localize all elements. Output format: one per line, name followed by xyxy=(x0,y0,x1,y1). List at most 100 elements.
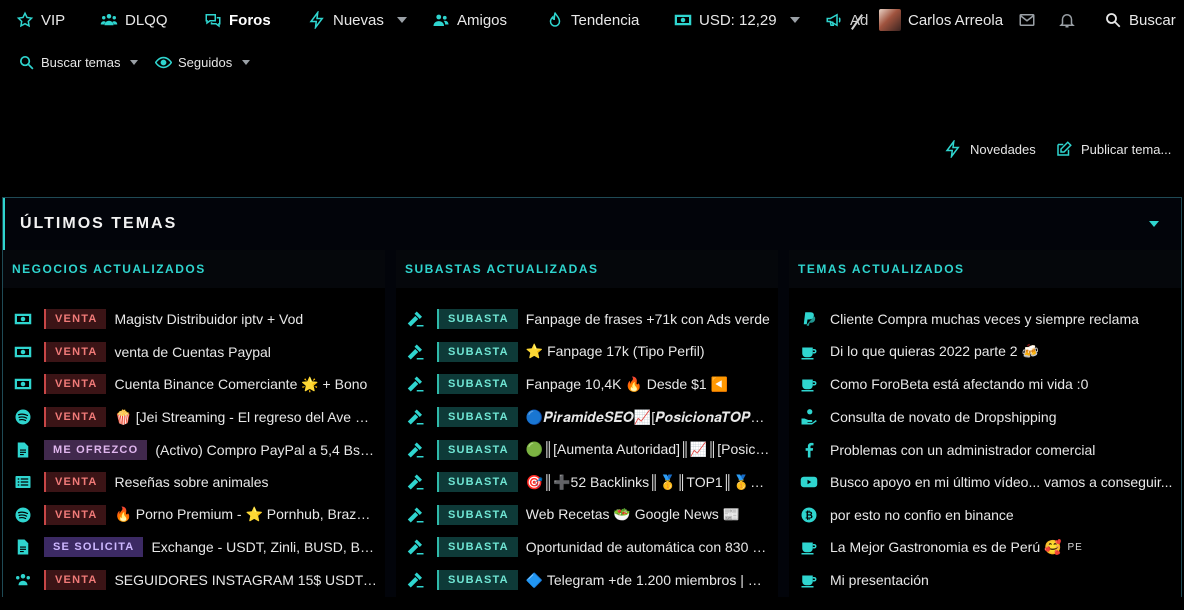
topic-title-link[interactable]: SEGUIDORES INSTAGRAM 15$ USDT 🏅 b... xyxy=(114,572,385,589)
topic-row[interactable]: SE SOLICITA Exchange - USDT, Zinli, BUSD,… xyxy=(3,531,385,564)
topic-row[interactable]: Como ForoBeta está afectando mi vida :0 xyxy=(789,368,1181,401)
topic-row[interactable]: VENTA 🔥 Porno Premium - ⭐ Pornhub, Brazze… xyxy=(3,499,385,532)
topic-title-link[interactable]: Exchange - USDT, Zinli, BUSD, Binance,..… xyxy=(151,539,385,555)
topic-row[interactable]: VENTA SEGUIDORES INSTAGRAM 15$ USDT 🏅 b..… xyxy=(3,564,385,597)
users-icon xyxy=(100,11,118,29)
topic-row[interactable]: SUBASTA 🔵𝑷𝒊𝒓𝒂𝒎𝒊𝒅𝒆𝑺𝑬𝑶📈[𝑷𝒐𝒔𝒊𝒄𝒊𝒐𝒏𝒂𝑻𝑶𝑷1]... xyxy=(396,401,778,434)
nav-tendencia[interactable]: Tendencia xyxy=(546,9,639,31)
topic-row[interactable]: ME OFREZCO (Activo) Compro PayPal a 5,4 B… xyxy=(3,433,385,466)
topic-title-link[interactable]: Fanpage 10,4K 🔥 Desde $1 ◀️ xyxy=(526,376,778,393)
nav-foros[interactable]: Foros xyxy=(204,9,271,31)
topic-title-link[interactable]: Consulta de novato de Dropshipping xyxy=(830,409,1181,425)
topic-title-link[interactable]: Cuenta Binance Comerciante 🌟 + Bono xyxy=(114,376,385,393)
topic-title-link[interactable]: Busco apoyo en mi último vídeo... vamos … xyxy=(830,474,1181,490)
list-icon xyxy=(12,473,34,491)
money-bill-icon xyxy=(12,310,34,328)
comments-icon xyxy=(204,11,222,29)
topic-title-link[interactable]: Cliente Compra muchas veces y siempre re… xyxy=(830,311,1181,327)
topic-title-link[interactable]: (Activo) Compro PayPal a 5,4 Bs - Ban... xyxy=(155,442,385,458)
topic-title-link[interactable]: Problemas con un administrador comercial xyxy=(830,442,1181,458)
country-tag: PE xyxy=(1067,541,1083,553)
topic-title-link[interactable]: ⭐ Fanpage 17k (Tipo Perfil) xyxy=(526,343,778,360)
nav-tendencia-label: Tendencia xyxy=(571,11,640,29)
topic-title-link[interactable]: venta de Cuentas Paypal xyxy=(114,344,385,360)
column-title: TEMAS ACTUALIZADOS xyxy=(789,250,1181,288)
topic-row[interactable]: Problemas con un administrador comercial xyxy=(789,433,1181,466)
topic-title-link[interactable]: Fanpage de frases +71k con Ads verde xyxy=(526,311,778,327)
user-menu[interactable]: Carlos Arreola xyxy=(879,9,1003,31)
ad-blocked-label: Ad xyxy=(850,11,869,29)
topic-row[interactable]: VENTA venta de Cuentas Paypal xyxy=(3,336,385,369)
chevron-down-icon[interactable] xyxy=(1149,221,1159,227)
topic-title-link[interactable]: 🎯║➕52 Backlinks║🥇║TOP1║🥇║M... xyxy=(526,474,778,491)
topic-title-link[interactable]: Mi presentación xyxy=(830,572,1181,588)
nav-nuevas[interactable]: Nuevas xyxy=(308,9,407,31)
topic-row[interactable]: SUBASTA 🎯║➕52 Backlinks║🥇║TOP1║🥇║M... xyxy=(396,466,778,499)
topic-title-link[interactable]: 🔵𝑷𝒊𝒓𝒂𝒎𝒊𝒅𝒆𝑺𝑬𝑶📈[𝑷𝒐𝒔𝒊𝒄𝒊𝒐𝒏𝒂𝑻𝑶𝑷1]... xyxy=(526,409,778,426)
topic-row[interactable]: SUBASTA ⭐ Fanpage 17k (Tipo Perfil) xyxy=(396,336,778,369)
search-topics-button[interactable]: Buscar temas xyxy=(17,50,139,74)
hand-coin-icon xyxy=(798,408,820,426)
topic-row[interactable]: SUBASTA 🟢║[Aumenta Autoridad]║📈║[Posicio.… xyxy=(396,433,778,466)
nav-vip[interactable]: VIP xyxy=(16,9,65,31)
topic-row[interactable]: Di lo que quieras 2022 parte 2 🍻 xyxy=(789,336,1181,369)
post-topic-button[interactable]: Publicar tema... xyxy=(1055,140,1171,158)
nav-ads[interactable]: Ad xyxy=(825,9,868,31)
news-button[interactable]: Novedades xyxy=(944,140,1036,158)
nav-dlqq[interactable]: DLQQ xyxy=(100,9,168,31)
column-business: NEGOCIOS ACTUALIZADOS VENTA Magistv Distr… xyxy=(3,250,385,610)
topic-row[interactable]: La Mejor Gastronomia es de Perú 🥰 PE xyxy=(789,531,1181,564)
topic-title-link[interactable]: Web Recetas 🥗 Google News 📰 xyxy=(526,506,778,523)
topic-row[interactable]: SUBASTA Fanpage de frases +71k con Ads ve… xyxy=(396,303,778,336)
topic-title-link[interactable]: Reseñas sobre animales xyxy=(114,474,385,490)
topic-row[interactable]: SUBASTA Fanpage 10,4K 🔥 Desde $1 ◀️ xyxy=(396,368,778,401)
file-icon xyxy=(12,441,34,459)
chevron-down-icon xyxy=(130,59,139,65)
nav-amigos[interactable]: Amigos xyxy=(432,9,507,31)
followed-button[interactable]: Seguidos xyxy=(154,50,251,74)
inbox-button[interactable] xyxy=(1018,9,1036,31)
topic-title-link[interactable]: 🔥 Porno Premium - ⭐ Pornhub, Brazzers,..… xyxy=(114,506,385,523)
topic-row[interactable]: VENTA Cuenta Binance Comerciante 🌟 + Bono xyxy=(3,368,385,401)
topic-title-link[interactable]: por esto no confio en binance xyxy=(830,507,1181,523)
gavel-icon xyxy=(405,538,427,556)
topic-row[interactable]: Cliente Compra muchas veces y siempre re… xyxy=(789,303,1181,336)
topic-title-link[interactable]: Di lo que quieras 2022 parte 2 🍻 xyxy=(830,343,1181,360)
topic-title-link[interactable]: 🔷 Telegram +de 1.200 miembros | Desd... xyxy=(526,572,778,589)
topic-title-link[interactable]: La Mejor Gastronomia es de Perú 🥰 xyxy=(830,539,1061,556)
gavel-icon xyxy=(405,506,427,524)
topic-list: SUBASTA Fanpage de frases +71k con Ads ve… xyxy=(396,288,778,596)
prefix-badge: SUBASTA xyxy=(437,341,518,362)
alerts-button[interactable] xyxy=(1058,9,1076,31)
nav-dlqq-label: DLQQ xyxy=(125,11,168,29)
topic-row[interactable]: Consulta de novato de Dropshipping xyxy=(789,401,1181,434)
prefix-badge: SE SOLICITA xyxy=(44,537,144,558)
user-group-icon xyxy=(432,11,450,29)
user-name: Carlos Arreola xyxy=(908,11,1004,29)
topic-row[interactable]: VENTA 🍿 [Jei Streaming - El regreso del A… xyxy=(3,401,385,434)
topic-row[interactable]: VENTA Reseñas sobre animales xyxy=(3,466,385,499)
topic-row[interactable]: ₿ por esto no confio en binance xyxy=(789,499,1181,532)
gavel-icon xyxy=(405,310,427,328)
topic-row[interactable]: SUBASTA 🔷 Telegram +de 1.200 miembros | D… xyxy=(396,564,778,597)
topic-row[interactable]: SUBASTA Web Recetas 🥗 Google News 📰 xyxy=(396,499,778,532)
topic-title-link[interactable]: 🟢║[Aumenta Autoridad]║📈║[Posicio... xyxy=(526,441,778,458)
topic-row[interactable]: Busco apoyo en mi último vídeo... vamos … xyxy=(789,466,1181,499)
money-bill-icon xyxy=(12,343,34,361)
eye-icon xyxy=(154,53,172,71)
followed-label: Seguidos xyxy=(178,54,233,70)
topic-title-link[interactable]: Oportunidad de automática con 830 entr..… xyxy=(526,539,778,555)
topic-title-link[interactable]: Magistv Distribuidor iptv + Vod xyxy=(114,311,385,327)
coffee-icon xyxy=(798,538,820,556)
topic-row[interactable]: SUBASTA Oportunidad de automática con 830… xyxy=(396,531,778,564)
gavel-icon xyxy=(405,441,427,459)
topic-title-link[interactable]: Como ForoBeta está afectando mi vida :0 xyxy=(830,376,1181,392)
panel-header[interactable]: ÚLTIMOS TEMAS xyxy=(3,198,1181,250)
topic-row[interactable]: Mi presentación xyxy=(789,564,1181,597)
prefix-badge: ME OFREZCO xyxy=(44,439,148,460)
topic-title-link[interactable]: 🍿 [Jei Streaming - El regreso del Ave Fé… xyxy=(114,409,385,426)
nav-currency[interactable]: USD: 12,29 xyxy=(674,9,800,31)
search-button[interactable]: Buscar xyxy=(1104,9,1176,31)
prefix-badge: VENTA xyxy=(44,374,107,395)
topic-row[interactable]: VENTA Magistv Distribuidor iptv + Vod xyxy=(3,303,385,336)
